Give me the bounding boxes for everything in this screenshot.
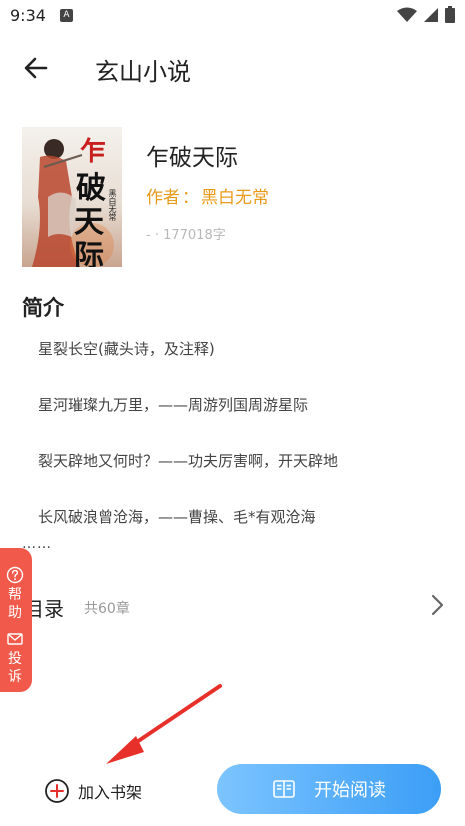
mail-icon [7, 633, 23, 645]
floating-side-tab[interactable]: 帮 助 投 诉 [0, 548, 32, 692]
status-icons [397, 6, 455, 23]
intro-line: 裂天辟地又何时？——功夫厉害啊，开天辟地 [38, 452, 339, 470]
back-button[interactable] [20, 52, 52, 84]
author-separator: ： [182, 188, 199, 208]
book-title: 乍破天际 [146, 145, 238, 171]
status-time: 9:34 [10, 6, 46, 25]
book-author: 作者：黑白无常 [146, 183, 269, 208]
status-bar: 9:34 A [0, 0, 465, 32]
intro-line: 星裂长空(藏头诗，及注释) [38, 340, 215, 358]
complain-label-char[interactable]: 诉 [7, 668, 23, 686]
intro-heading: 简介 [22, 296, 64, 320]
wifi-icon [397, 7, 417, 22]
notification-badge: A [60, 9, 73, 22]
author-label: 作者 [146, 188, 180, 208]
intro-line: 长风破浪曾沧海，——曹操、毛*有观沧海 [38, 508, 316, 526]
signal-icon [424, 7, 438, 22]
toc-row[interactable]: 目录 共60章 [0, 585, 465, 629]
help-icon [6, 566, 24, 584]
start-reading-button[interactable]: 开始阅读 [217, 764, 441, 814]
battery-icon [445, 6, 455, 23]
add-to-shelf-label: 加入书架 [78, 783, 143, 802]
add-to-shelf-button[interactable]: 加入书架 [44, 774, 142, 808]
bottom-action-bar: 加入书架 开始阅读 [0, 760, 465, 826]
intro-line: 星河璀璨九万里，——周游列国周游星际 [38, 396, 309, 414]
author-name[interactable]: 黑白无常 [201, 188, 269, 208]
book-cover[interactable]: 乍 破 天 际 黑白无常 [22, 127, 122, 267]
help-label-char[interactable]: 助 [7, 604, 23, 622]
plus-circle-icon [45, 779, 69, 803]
cover-art [32, 139, 114, 267]
word-count: - · 177018字 [146, 228, 226, 243]
help-label-char[interactable]: 帮 [7, 586, 23, 604]
cover-title-char: 际 [74, 239, 104, 267]
page-title: 玄山小说 [95, 58, 191, 86]
annotation-arrow [106, 684, 222, 764]
book-open-icon [273, 780, 295, 798]
chevron-right-icon [431, 594, 444, 616]
arrow-left-icon [24, 57, 48, 79]
start-reading-label: 开始阅读 [314, 780, 386, 801]
chapter-count: 共60章 [84, 601, 130, 617]
app-bar: 玄山小说 [0, 40, 465, 96]
complain-label-char[interactable]: 投 [7, 650, 23, 668]
cover-author: 黑白无常 [108, 189, 117, 221]
